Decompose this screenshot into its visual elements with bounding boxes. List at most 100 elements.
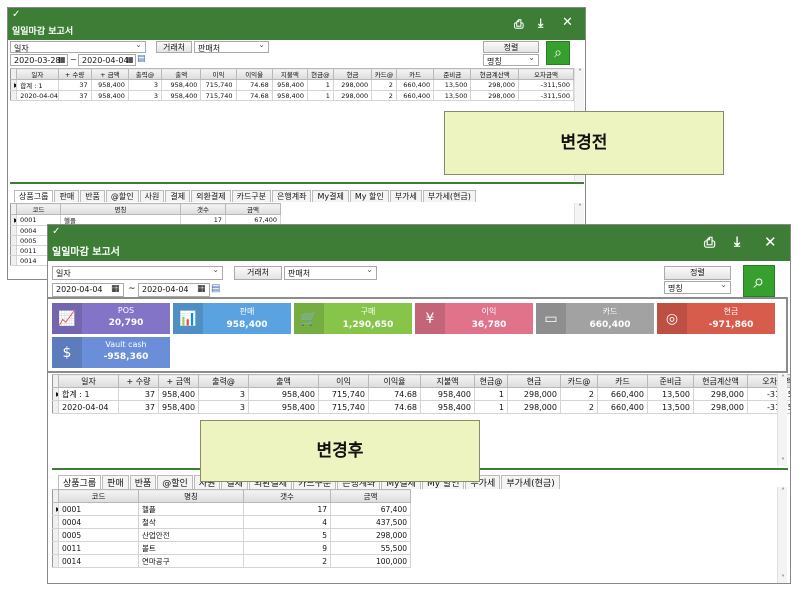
calendar-icon[interactable]: ▦ [111,284,120,294]
scroll-down-icon[interactable]: ˅ [778,457,788,466]
date-mode-select[interactable]: 일자 [10,41,146,53]
column-header[interactable]: 명칭 [60,203,181,215]
column-header[interactable]: + 금액 [90,68,129,80]
tab-7[interactable]: 카드구분 [231,190,272,202]
sort-select[interactable]: 명칭 [483,54,539,66]
column-header[interactable]: 명칭 [138,489,244,503]
column-header[interactable]: 현금계산액 [693,374,748,388]
column-header[interactable]: 현금계산액 [470,68,520,80]
scroll-up-icon[interactable]: ˄ [778,487,788,496]
tab-12[interactable]: 부가세(현금) [422,190,476,202]
tab-0[interactable]: 상품그룹 [14,190,54,202]
partner-select[interactable]: 판매처 [284,266,377,280]
tab-1[interactable]: 판매 [54,190,80,202]
column-header[interactable]: 갯수 [243,489,331,503]
download-icon[interactable]: ⤓ [538,16,543,31]
sort-select[interactable]: 명칭 [664,281,731,294]
tab-0[interactable]: 상품그룹 [58,475,102,489]
close-icon[interactable]: ✕ [562,15,573,30]
lookup-icon[interactable]: ▤ [137,54,146,64]
column-header[interactable]: 현금@ [306,68,334,80]
print-icon[interactable]: ⎙ [704,235,715,251]
summary-card[interactable]: 📊 판매 958,400 [173,303,291,334]
table-row[interactable]: 0011 볼트 9 55,500 [52,541,411,555]
table-row[interactable]: 0004 철삭 4 437,500 [52,515,411,529]
tab-12[interactable]: 부가세(현금) [501,475,560,489]
table-row[interactable]: ▶합계 : 137958,4003958,400715,74074.68958,… [9,79,574,91]
table-row[interactable]: 0014 연마공구 2 100,000 [52,554,411,568]
column-header[interactable]: 카드 [597,374,648,388]
tab-4[interactable]: 사원 [139,190,165,202]
lookup-icon[interactable]: ▤ [211,283,220,294]
calendar-icon[interactable]: ▦ [126,55,134,64]
partner-button[interactable]: 거래처 [234,266,282,280]
column-header[interactable]: 이익율 [368,374,421,388]
table-row[interactable]: 2020-04-04 37 958,400 3 958,400 715,740 74.68 9… [52,400,790,414]
column-header[interactable]: 금액 [330,489,411,503]
column-header[interactable]: + 수량 [118,374,159,388]
calendar-icon[interactable]: ▦ [58,55,66,64]
column-header[interactable]: 현금 [332,68,373,80]
partner-select[interactable]: 판매처 [194,41,269,53]
table-row[interactable]: 0005 산업안전 5 298,000 [52,528,411,542]
scroll-up-icon[interactable]: ˄ [575,203,585,212]
search-button[interactable]: ⌕ [743,265,775,297]
tab-3[interactable]: @할인 [157,475,193,489]
column-header[interactable]: 금액 [225,203,281,215]
column-header[interactable]: 일자 [16,68,59,80]
summary-card[interactable]: ▭ 카드 660,400 [536,303,654,334]
column-header[interactable]: + 금액 [158,374,199,388]
summary-card[interactable]: 🛒 구매 1,290,650 [294,303,412,334]
tab-6[interactable]: 외환결제 [191,190,231,202]
grid-scrollbar[interactable]: ˄ ˅ [777,374,787,466]
tab-1[interactable]: 판매 [102,475,129,489]
scroll-down-icon[interactable]: ˅ [778,574,788,583]
summary-card[interactable]: $ Vault cash -958,360 [52,337,170,368]
column-header[interactable]: 이익 [318,374,369,388]
column-header[interactable]: 지불액 [420,374,475,388]
column-header[interactable]: 현금@ [474,374,508,388]
tab-3[interactable]: @할인 [105,190,139,202]
search-button[interactable]: ⌕ [546,41,570,65]
column-header[interactable]: 출액 [248,374,319,388]
detail-scrollbar[interactable]: ˄ ˅ [777,487,787,583]
column-header[interactable]: 준비금 [647,374,694,388]
column-header[interactable]: 이익 [200,68,237,80]
column-header[interactable]: 카드 [395,68,435,80]
column-header[interactable]: 현금 [507,374,561,388]
tab-8[interactable]: 은행계좌 [272,190,312,202]
partner-button[interactable]: 거래처 [156,41,192,53]
column-header[interactable]: 준비금 [433,68,472,80]
column-header[interactable]: 카드@ [371,68,397,80]
column-header[interactable]: 오차금액 [518,68,574,80]
tab-9[interactable]: My결제 [312,190,349,202]
summary-card[interactable]: ¥ 이익 36,780 [415,303,533,334]
scroll-up-icon[interactable]: ˄ [575,68,585,77]
table-row[interactable]: ▶0001헬플1767,400 [52,502,411,516]
sort-button[interactable]: 정렬 [664,266,731,280]
tab-11[interactable]: 부가세 [389,190,422,202]
column-header[interactable]: 출력@ [127,68,163,80]
tab-5[interactable]: 결제 [165,190,191,202]
tab-10[interactable]: My 할인 [349,190,389,202]
tab-2[interactable]: 반품 [129,475,157,489]
column-header[interactable]: 카드@ [560,374,598,388]
table-row[interactable]: 2020-04-04 37 958,400 3 958,400 715,740 74.68 9… [9,90,574,101]
summary-card[interactable]: 📈 POS 20,790 [52,303,170,334]
close-icon[interactable]: ✕ [764,233,777,251]
column-header[interactable]: 지불액 [271,68,308,80]
date-mode-select[interactable]: 일자 [52,266,223,280]
column-header[interactable]: + 수량 [57,68,92,80]
summary-card[interactable]: ◎ 현금 -971,860 [657,303,775,334]
scroll-up-icon[interactable]: ˄ [778,374,788,383]
sort-button[interactable]: 정렬 [483,41,539,53]
column-header[interactable]: 이익율 [235,68,273,80]
column-header[interactable]: 일자 [58,374,119,388]
calendar-icon[interactable]: ▦ [197,284,206,294]
column-header[interactable]: 출력@ [198,374,249,388]
tab-2[interactable]: 반품 [80,190,105,202]
column-header[interactable]: 출액 [161,68,202,80]
column-header[interactable]: 갯수 [180,203,226,215]
column-header[interactable]: 코드 [16,203,61,215]
download-icon[interactable]: ⤓ [734,234,740,250]
